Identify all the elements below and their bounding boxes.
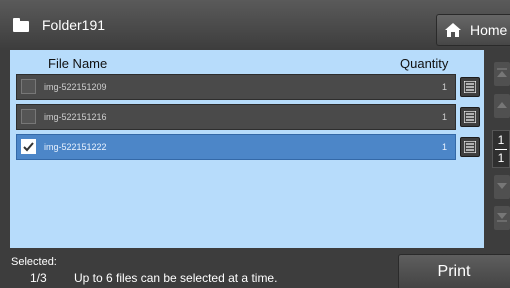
row-checkbox[interactable] — [21, 109, 36, 124]
file-list-panel: File Name Quantity img-522151209 1 img-5… — [10, 50, 484, 248]
column-header-quantity: Quantity — [400, 56, 449, 71]
double-chevron-down-icon — [497, 213, 507, 222]
scroll-down-button[interactable] — [494, 175, 510, 199]
selected-label: Selected: — [11, 256, 57, 268]
file-detail-button[interactable] — [460, 107, 480, 127]
home-button[interactable]: Home — [436, 14, 510, 46]
checkmark-icon — [23, 142, 34, 152]
scroll-up-button[interactable] — [494, 94, 510, 118]
print-label: Print — [437, 263, 471, 280]
title-bar: Folder191 Home — [0, 0, 510, 48]
scroll-top-button[interactable] — [494, 62, 510, 86]
file-detail-button[interactable] — [460, 137, 480, 157]
home-label: Home — [470, 22, 508, 38]
file-name: img-522151216 — [44, 112, 107, 122]
list-detail-icon — [464, 111, 476, 123]
selected-count: 1/3 — [30, 271, 47, 285]
scroll-bottom-button[interactable] — [494, 206, 510, 230]
file-row[interactable]: img-522151209 1 — [16, 74, 456, 100]
file-quantity: 1 — [441, 142, 447, 152]
folder-title: Folder191 — [42, 17, 106, 33]
row-checkbox[interactable] — [21, 79, 36, 94]
file-quantity: 1 — [441, 112, 447, 122]
list-detail-icon — [464, 141, 476, 153]
folder-icon — [13, 18, 29, 32]
file-quantity: 1 — [441, 82, 447, 92]
file-detail-button[interactable] — [460, 77, 480, 97]
list-detail-icon — [464, 81, 476, 93]
chevron-up-icon — [497, 102, 507, 108]
column-header-file-name: File Name — [48, 56, 108, 71]
total-pages: 1 — [497, 151, 505, 165]
file-name: img-522151209 — [44, 82, 107, 92]
file-name: img-522151222 — [44, 142, 107, 152]
home-icon — [445, 23, 461, 37]
current-page: 1 — [497, 133, 505, 147]
page-indicator: 1 1 — [492, 130, 510, 168]
chevron-down-icon — [497, 183, 507, 189]
print-button[interactable]: Print — [398, 254, 510, 288]
page-divider — [495, 149, 507, 150]
file-row[interactable]: img-522151222 1 — [16, 134, 456, 160]
file-row[interactable]: img-522151216 1 — [16, 104, 456, 130]
selection-hint: Up to 6 files can be selected at a time. — [74, 271, 278, 285]
double-chevron-up-icon — [497, 68, 507, 77]
row-checkbox[interactable] — [21, 139, 36, 154]
